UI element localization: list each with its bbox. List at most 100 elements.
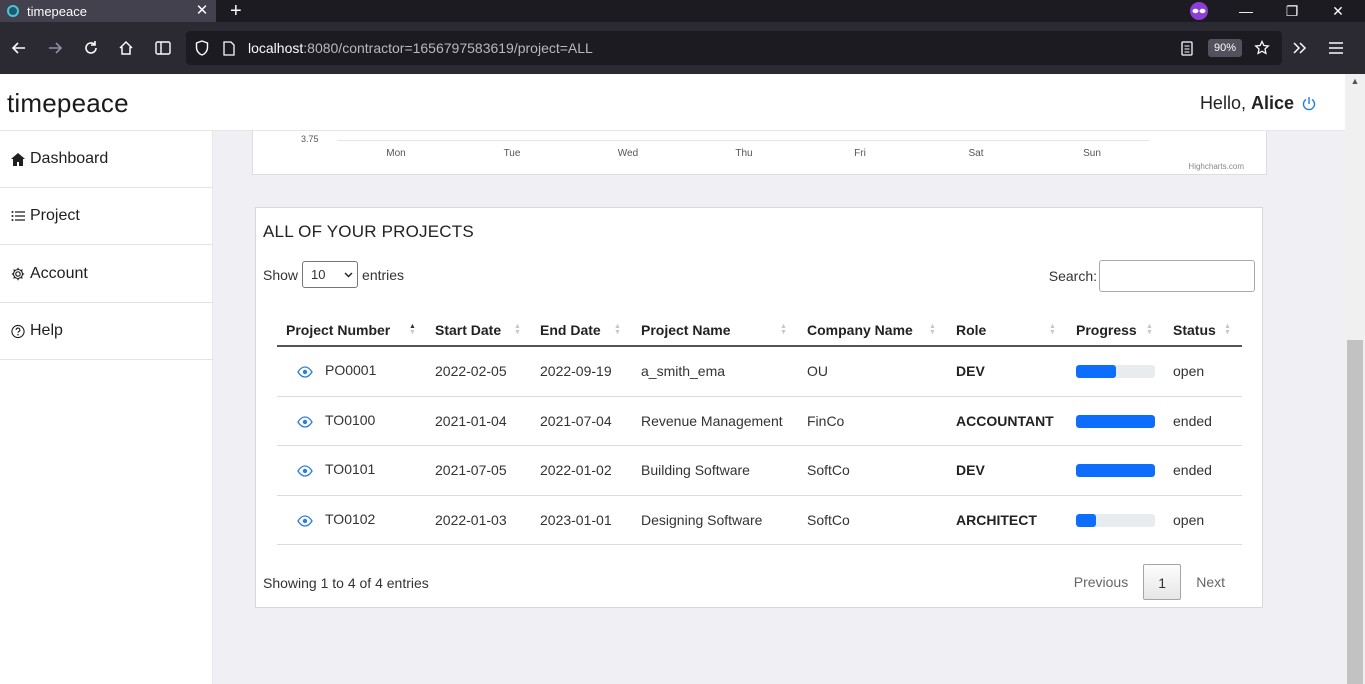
sidebar-item-project[interactable]: Project — [0, 188, 213, 245]
shield-icon[interactable] — [191, 31, 213, 65]
tab-title: timepeace — [27, 3, 87, 19]
cell-project-name: Revenue Management — [641, 412, 783, 429]
app-header: timepeace Hello, Alice — [0, 74, 1345, 131]
bookmark-star-icon[interactable] — [1251, 31, 1273, 65]
entries-length-control: Show 10 entries — [263, 261, 404, 288]
greeting-text: Hello, — [1199, 93, 1246, 113]
entries-label: entries — [362, 266, 405, 283]
cell-project-name: a_smith_ema — [641, 363, 726, 379]
progress-bar — [1076, 464, 1155, 477]
table-body: PO0001 2022-02-05 2022-09-19 a_smith_ema OU D… — [277, 347, 1242, 545]
overflow-chevrons-icon[interactable] — [1285, 22, 1315, 74]
progress-bar — [1076, 513, 1155, 527]
gear-icon — [11, 267, 25, 281]
close-window-button[interactable]: ✕ — [1323, 0, 1353, 22]
tab-close-icon[interactable]: ✕ — [194, 0, 210, 22]
chevron-down-icon — [344, 272, 353, 277]
cell-role: DEV — [956, 462, 985, 478]
cell-project-number: TO0102 — [325, 510, 376, 527]
cell-project-number: TO0100 — [325, 411, 376, 428]
new-tab-button[interactable]: + — [230, 0, 242, 22]
progress-fill — [1076, 464, 1155, 477]
list-icon — [11, 209, 25, 223]
reload-icon[interactable] — [76, 22, 106, 74]
chart-x-label: Fri — [854, 148, 866, 159]
menu-hamburger-icon[interactable] — [1321, 22, 1351, 74]
projects-card: ALL OF YOUR PROJECTS Show 10 entries Sea… — [255, 207, 1263, 608]
chart-credit-link[interactable]: Highcharts.com — [1188, 162, 1244, 171]
progress-bar — [1076, 365, 1155, 378]
scroll-up-arrow-icon[interactable]: ▲ — [1348, 76, 1362, 88]
cell-status: ended — [1173, 462, 1212, 478]
user-name: Alice — [1250, 93, 1294, 113]
page-viewport: timepeace Hello, Alice Dashboard Project — [0, 74, 1345, 684]
brand-title[interactable]: timepeace — [7, 88, 129, 119]
table-search: Search: — [1049, 260, 1255, 292]
restore-button[interactable]: ❐ — [1277, 0, 1307, 22]
search-label: Search: — [1048, 268, 1097, 284]
page-icon[interactable] — [218, 31, 240, 65]
view-eye-icon[interactable] — [297, 365, 313, 379]
column-header-progress[interactable]: Progress — [1076, 313, 1137, 347]
pagination-next[interactable]: Next — [1181, 564, 1240, 600]
minimize-button[interactable]: — — [1231, 0, 1261, 22]
user-greeting: Hello, Alice — [1200, 93, 1317, 114]
column-header-status[interactable]: Status — [1173, 313, 1216, 347]
view-eye-icon[interactable] — [297, 514, 313, 528]
sort-icon: ▲ ▼ — [614, 323, 621, 336]
question-icon — [11, 324, 25, 338]
pagination-previous[interactable]: Previous — [1059, 564, 1143, 600]
progress-fill — [1076, 365, 1116, 378]
column-header-end-date[interactable]: End Date — [540, 313, 601, 347]
table-info: Showing 1 to 4 of 4 entries — [263, 575, 429, 591]
sort-icon: ▲ ▼ — [514, 323, 521, 336]
cell-project-number: TO0101 — [325, 461, 376, 477]
projects-title: ALL OF YOUR PROJECTS — [263, 222, 474, 241]
cell-end-date: 2023-01-01 — [540, 511, 612, 528]
url-bar[interactable]: localhost:8080/contractor=1656797583619/… — [186, 31, 1282, 65]
column-header-project-number[interactable]: Project Number — [286, 313, 390, 347]
sidebar-item-dashboard[interactable]: Dashboard — [0, 131, 213, 188]
cell-end-date: 2022-01-02 — [540, 462, 612, 478]
table-row: TO0102 2022-01-03 2023-01-01 Designing Soft… — [277, 496, 1242, 545]
sidebar-item-account[interactable]: Account — [0, 246, 213, 303]
url-path: :8080/contractor=1656797583619/project=A… — [303, 40, 593, 56]
sort-icon: ▲ ▼ — [1224, 323, 1231, 336]
scrollbar-thumb[interactable] — [1347, 340, 1363, 684]
browser-toolbar: localhost:8080/contractor=1656797583619/… — [0, 22, 1365, 74]
back-icon[interactable] — [4, 22, 34, 74]
zoom-level-badge[interactable]: 90% — [1208, 39, 1243, 57]
cell-company-name: OU — [807, 363, 828, 379]
column-header-role[interactable]: Role — [956, 313, 986, 347]
view-eye-icon[interactable] — [297, 464, 313, 478]
reader-view-icon[interactable] — [1176, 31, 1198, 65]
column-header-start-date[interactable]: Start Date — [435, 313, 501, 347]
browser-tab[interactable]: timepeace ✕ — [0, 0, 216, 22]
sidebar-item-help[interactable]: Help — [0, 303, 213, 360]
sort-icon: ▲ ▼ — [1146, 323, 1153, 336]
pagination-page-current[interactable]: 1 — [1143, 564, 1182, 600]
search-input[interactable] — [1099, 260, 1255, 292]
entries-select[interactable]: 10 — [302, 261, 359, 288]
column-header-project-name[interactable]: Project Name — [641, 313, 730, 347]
chart-x-label: Mon — [386, 148, 406, 159]
chart-y-tick: 3.75 — [301, 134, 319, 144]
sort-asc-icon: ▲ ▼ — [409, 323, 416, 336]
column-header-company-name[interactable]: Company Name — [807, 313, 913, 347]
table-row: TO0100 2021-01-04 2021-07-04 Revenue Manage… — [277, 397, 1242, 446]
chart-x-label: Wed — [617, 148, 639, 159]
chart-x-label: Sun — [1083, 148, 1101, 159]
url-text[interactable]: localhost:8080/contractor=1656797583619/… — [248, 31, 593, 65]
chart-x-label: Thu — [735, 148, 753, 159]
cell-start-date: 2021-07-05 — [435, 462, 507, 478]
cell-role: DEV — [956, 363, 985, 379]
forward-icon[interactable] — [40, 22, 70, 74]
logout-power-icon[interactable] — [1301, 96, 1317, 112]
table-header-row: Project Number ▲ ▼ Start Date ▲ ▼ End Date… — [277, 313, 1242, 347]
view-eye-icon[interactable] — [297, 415, 313, 429]
home-button-icon[interactable] — [111, 22, 141, 74]
table-row: TO0101 2021-07-05 2022-01-02 Building Softw… — [277, 446, 1242, 496]
sidebar-toggle-icon[interactable] — [148, 22, 178, 74]
sort-icon: ▲ ▼ — [780, 323, 787, 336]
chart-x-label: Tue — [503, 148, 521, 159]
